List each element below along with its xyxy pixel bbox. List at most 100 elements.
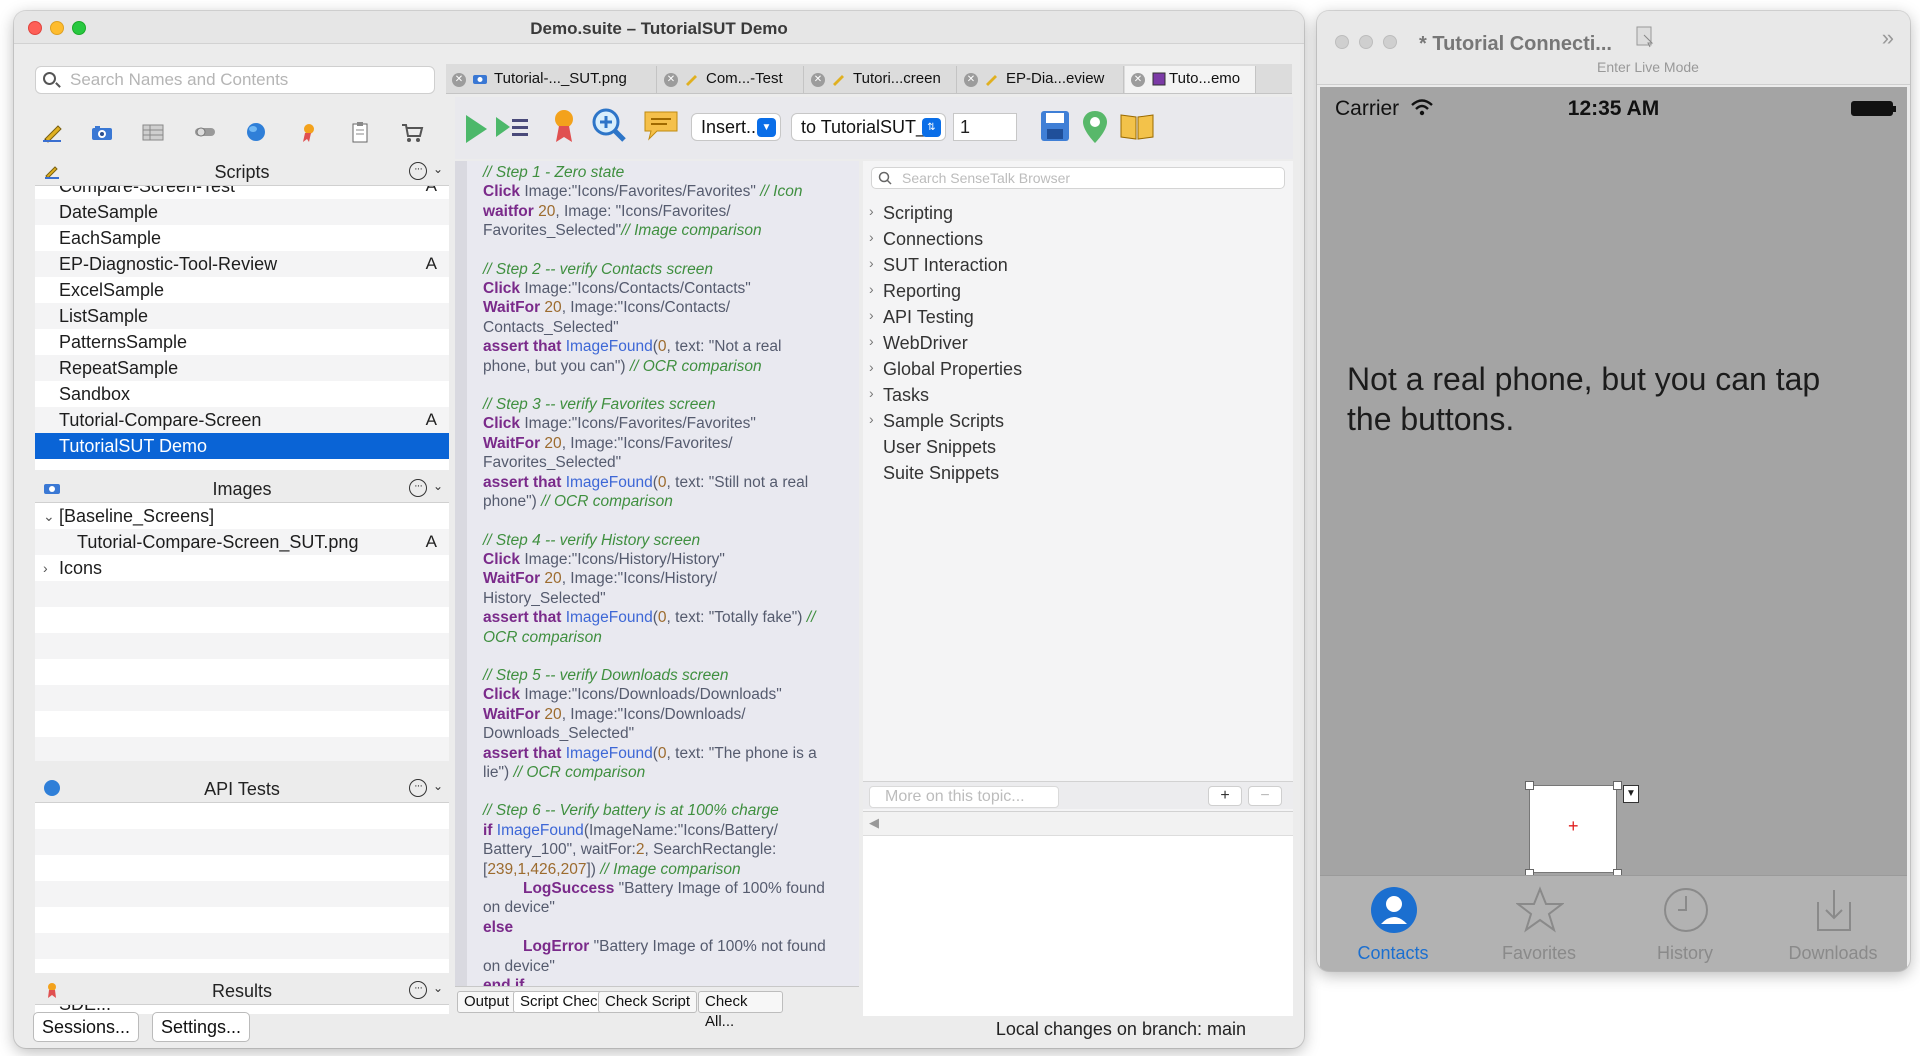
overflow-chevron-icon[interactable]: » <box>1882 25 1894 51</box>
tab-image[interactable]: ✕ Tutorial-..._SUT.png <box>446 66 657 93</box>
check-script-button[interactable]: Check Script <box>598 991 698 1013</box>
browser-item-global-properties[interactable]: › Global Properties <box>869 359 1022 380</box>
browser-item-connections[interactable]: › Connections <box>869 229 983 250</box>
list-item[interactable]: ListSample <box>35 303 449 329</box>
phone-screen[interactable]: Carrier 12:35 AM Not a real phone, but y… <box>1320 87 1907 971</box>
browser-item-api-testing[interactable]: › API Testing <box>869 307 974 328</box>
ribbon-icon[interactable] <box>296 121 322 143</box>
more-options-icon[interactable]: ··· <box>409 162 427 180</box>
script-editor[interactable]: // Step 1 - Zero state Click Image:"Icons… <box>455 161 859 986</box>
browser-item-scripting[interactable]: › Scripting <box>869 203 953 224</box>
tab-active[interactable]: ✕ Tuto...emo <box>1125 66 1256 93</box>
run-selection-icon[interactable] <box>494 113 532 145</box>
browser-item-user-snippets[interactable]: User Snippets <box>883 437 996 458</box>
browser-item-sample-scripts[interactable]: › Sample Scripts <box>869 411 1004 432</box>
zoom-window-button[interactable] <box>1383 35 1397 49</box>
chevron-down-icon[interactable]: ⌄ <box>433 981 443 995</box>
chevron-right-icon[interactable]: › <box>869 385 874 401</box>
live-mode-icon[interactable] <box>1632 25 1658 49</box>
chevron-right-icon[interactable]: › <box>43 555 48 581</box>
globe-icon[interactable] <box>243 121 269 143</box>
chevron-down-icon[interactable]: ⌄ <box>433 479 443 493</box>
location-pin-icon[interactable] <box>1081 109 1109 145</box>
close-tab-icon[interactable]: ✕ <box>811 73 825 87</box>
minimize-window-button[interactable] <box>1359 35 1373 49</box>
chevron-right-icon[interactable]: › <box>869 411 874 427</box>
phone-tab-favorites[interactable]: Favorites <box>1466 876 1612 971</box>
browser-search-input[interactable] <box>902 169 1282 187</box>
settings-button[interactable]: Settings... <box>152 1012 251 1042</box>
search-input[interactable] <box>70 69 430 91</box>
chevron-down-icon[interactable]: ⌄ <box>43 503 55 529</box>
close-tab-icon[interactable]: ✕ <box>664 73 678 87</box>
browser-search-field[interactable] <box>871 167 1285 189</box>
more-options-icon[interactable]: ··· <box>409 779 427 797</box>
browser-item-reporting[interactable]: › Reporting <box>869 281 961 302</box>
results-section-header[interactable]: Results ··· ⌄ <box>35 975 449 1005</box>
resize-handle[interactable] <box>1613 781 1622 790</box>
play-icon[interactable] <box>463 113 489 145</box>
list-item[interactable]: Sandbox <box>35 381 449 407</box>
list-item[interactable]: Compare-Screen-TestA <box>35 186 449 199</box>
more-on-topic-button[interactable]: More on this topic... <box>869 786 1059 808</box>
list-item[interactable]: EP-Diagnostic-Tool-Review A <box>35 251 449 277</box>
chevron-right-icon[interactable]: › <box>869 203 874 219</box>
pencil-icon[interactable] <box>40 121 66 143</box>
api-tests-section-header[interactable]: API Tests ··· ⌄ <box>35 773 449 803</box>
scripts-section-header[interactable]: Scripts ··· ⌄ <box>35 156 449 186</box>
target-popup[interactable]: to TutorialSUT_... ⇅ <box>791 113 946 141</box>
phone-tab-history[interactable]: History <box>1612 876 1758 971</box>
comment-icon[interactable] <box>643 109 679 141</box>
remove-button[interactable]: − <box>1248 786 1282 806</box>
browser-item-suite-snippets[interactable]: Suite Snippets <box>883 463 999 484</box>
list-item[interactable]: DateSample <box>35 199 449 225</box>
selection-rectangle[interactable]: + <box>1529 785 1617 873</box>
list-item[interactable]: ExcelSample <box>35 277 449 303</box>
clipboard-icon[interactable] <box>347 121 373 143</box>
list-item[interactable]: Tutorial-Compare-Screen_SUT.png A <box>35 529 449 555</box>
chevron-down-icon[interactable]: ⌄ <box>433 162 443 176</box>
close-tab-icon[interactable]: ✕ <box>452 73 466 87</box>
grid-icon[interactable] <box>140 121 166 143</box>
cart-icon[interactable] <box>399 121 425 143</box>
toggle-icon[interactable] <box>192 121 218 143</box>
add-button[interactable]: + <box>1208 786 1242 806</box>
browser-item-sut-interaction[interactable]: › SUT Interaction <box>869 255 1008 276</box>
browser-item-tasks[interactable]: › Tasks <box>869 385 929 406</box>
tab-script[interactable]: ✕ EP-Dia...eview <box>958 66 1124 93</box>
list-item[interactable]: ⌄ [Baseline_Screens] <box>35 503 449 529</box>
zoom-in-icon[interactable] <box>591 107 627 145</box>
sessions-button[interactable]: Sessions... <box>33 1012 140 1042</box>
close-window-button[interactable] <box>1335 35 1349 49</box>
chevron-right-icon[interactable]: › <box>869 359 874 375</box>
tab-script[interactable]: ✕ Tutori...creen <box>805 66 957 93</box>
chevron-right-icon[interactable]: › <box>869 307 874 323</box>
more-options-icon[interactable]: ··· <box>409 479 427 497</box>
chevron-right-icon[interactable]: › <box>869 255 874 271</box>
list-item[interactable]: RepeatSample <box>35 355 449 381</box>
chevron-right-icon[interactable]: › <box>869 333 874 349</box>
book-icon[interactable] <box>1119 111 1155 141</box>
phone-tab-downloads[interactable]: Downloads <box>1760 876 1906 971</box>
live-mode-label[interactable]: Enter Live Mode <box>1597 59 1699 75</box>
camera-icon[interactable] <box>89 121 115 143</box>
save-icon[interactable] <box>1039 109 1071 143</box>
more-options-icon[interactable]: ··· <box>409 981 427 999</box>
list-item-selected[interactable]: TutorialSUT Demo <box>35 433 449 459</box>
phone-tab-contacts[interactable]: Contacts <box>1320 876 1466 971</box>
close-tab-icon[interactable]: ✕ <box>964 73 978 87</box>
chevron-down-icon[interactable]: ⌄ <box>433 779 443 793</box>
chevron-right-icon[interactable]: › <box>869 281 874 297</box>
check-all-button[interactable]: Check All... <box>698 991 783 1030</box>
browser-item-webdriver[interactable]: › WebDriver <box>869 333 968 354</box>
list-item[interactable]: › Icons <box>35 555 449 581</box>
dropdown-arrow-icon[interactable]: ▼ <box>1623 785 1639 803</box>
resize-handle[interactable] <box>1525 781 1534 790</box>
repeat-count-field[interactable]: 1 <box>953 113 1017 141</box>
tab-script[interactable]: ✕ Com...-Test <box>658 66 804 93</box>
back-arrow-icon[interactable]: ◀ <box>869 815 879 831</box>
list-item[interactable]: EachSample <box>35 225 449 251</box>
close-tab-icon[interactable]: ✕ <box>1131 73 1145 87</box>
list-item[interactable]: Tutorial-Compare-Screen A <box>35 407 449 433</box>
ribbon-icon[interactable] <box>551 107 577 145</box>
